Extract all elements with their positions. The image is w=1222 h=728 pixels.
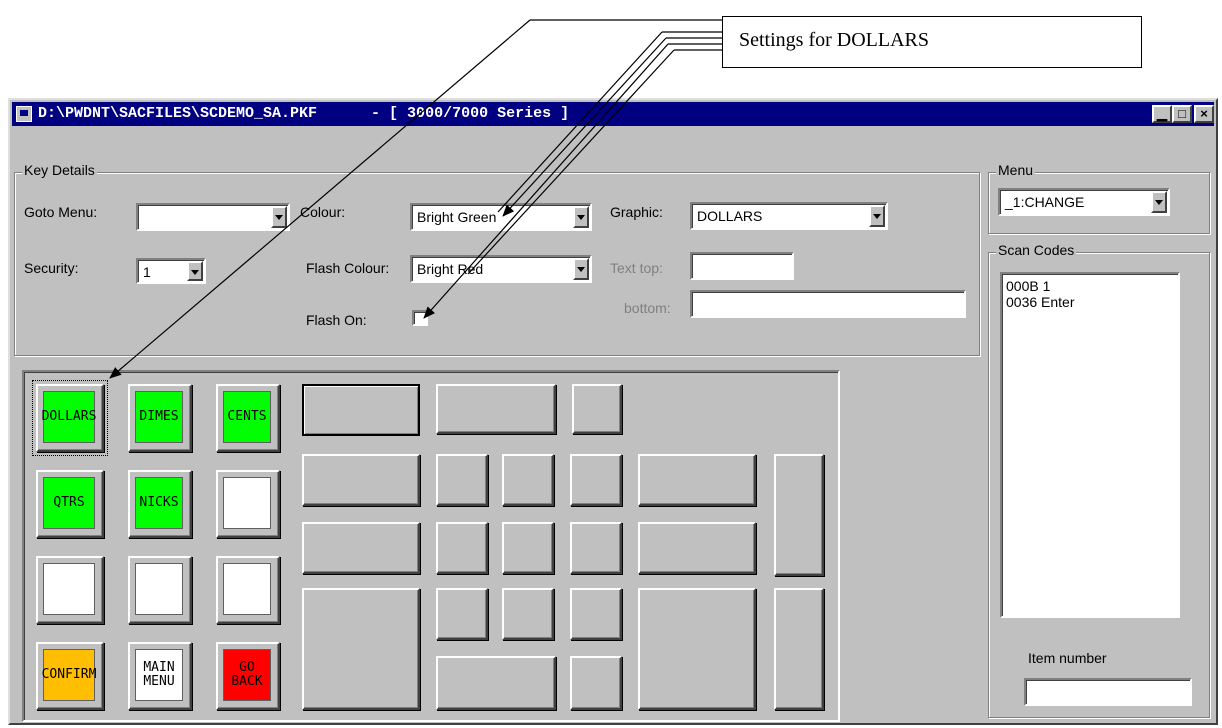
key-blank[interactable] <box>216 556 280 624</box>
key-grey[interactable] <box>302 588 420 710</box>
callout-text: Settings for DOLLARS <box>739 29 929 51</box>
chevron-down-icon[interactable] <box>271 206 287 228</box>
key-blank[interactable] <box>36 556 104 624</box>
key-nicks-label: NICKS <box>135 477 183 529</box>
key-main-menu-label: MAIN MENU <box>135 649 183 701</box>
key-dollars[interactable]: DOLLARS <box>36 384 104 452</box>
key-grey[interactable] <box>774 454 824 576</box>
key-grey[interactable] <box>638 588 756 710</box>
key-main-menu[interactable]: MAIN MENU <box>128 642 192 710</box>
key-go-back-label: GO BACK <box>223 649 271 701</box>
key-grey[interactable] <box>572 384 622 434</box>
menu-dropdown[interactable]: _1:CHANGE <box>998 188 1170 216</box>
key-dimes[interactable]: DIMES <box>128 384 192 452</box>
key-grey[interactable] <box>436 588 488 640</box>
flash-on-checkbox[interactable] <box>412 310 428 326</box>
minimize-button[interactable]: ▁ <box>1152 105 1172 123</box>
key-grey[interactable] <box>502 454 554 506</box>
maximize-button[interactable]: □ <box>1172 105 1192 123</box>
key-confirm[interactable]: CONFIRM <box>36 642 104 710</box>
key-grey[interactable] <box>638 522 756 574</box>
key-grey[interactable] <box>436 522 488 574</box>
key-grey[interactable] <box>302 384 420 436</box>
app-window: D:\PWDNT\SACFILES\SCDEMO_SA.PKF - [ 3000… <box>8 98 1218 725</box>
chevron-down-icon[interactable] <box>187 261 203 281</box>
key-grey[interactable] <box>774 588 824 710</box>
key-grey[interactable] <box>570 454 622 506</box>
colour-dropdown[interactable]: Bright Green <box>410 203 592 231</box>
chevron-down-icon[interactable] <box>573 258 589 280</box>
key-grey[interactable] <box>570 522 622 574</box>
key-grey[interactable] <box>436 656 556 710</box>
list-item[interactable]: 000B 1 <box>1006 278 1178 294</box>
colour-label: Colour: <box>300 204 346 220</box>
key-blank-face <box>43 563 95 615</box>
minimize-icon: ▁ <box>1157 106 1167 121</box>
flash-on-label: Flash On: <box>306 312 367 328</box>
key-blank-face <box>135 563 183 615</box>
security-value: 1 <box>143 264 151 280</box>
key-details-legend: Key Details <box>22 162 97 178</box>
menu-value: _1:CHANGE <box>1005 194 1085 210</box>
title-bar[interactable]: D:\PWDNT\SACFILES\SCDEMO_SA.PKF - [ 3000… <box>12 102 1214 126</box>
chevron-down-icon[interactable] <box>1151 191 1167 213</box>
key-grey[interactable] <box>570 588 622 640</box>
close-button[interactable]: × <box>1194 105 1214 123</box>
key-grey[interactable] <box>302 454 420 506</box>
chevron-down-icon[interactable] <box>869 205 885 227</box>
window-title: D:\PWDNT\SACFILES\SCDEMO_SA.PKF - [ 3000… <box>38 105 570 122</box>
text-top-label: Text top: <box>610 260 663 276</box>
key-blank[interactable] <box>128 556 192 624</box>
graphic-label: Graphic: <box>610 204 663 220</box>
item-number-input[interactable] <box>1024 678 1192 706</box>
flash-colour-label: Flash Colour: <box>306 260 390 276</box>
flash-colour-value: Bright Red <box>417 261 484 277</box>
key-cents[interactable]: CENTS <box>216 384 280 452</box>
flash-colour-dropdown[interactable]: Bright Red <box>410 255 592 283</box>
key-grey[interactable] <box>502 588 554 640</box>
key-qtrs-label: QTRS <box>43 477 95 529</box>
scan-codes-list[interactable]: 000B 1 0036 Enter <box>1000 272 1180 618</box>
key-grey[interactable] <box>570 656 622 710</box>
key-dimes-label: DIMES <box>135 391 183 443</box>
security-label: Security: <box>24 260 79 276</box>
key-blank-face <box>223 477 271 529</box>
list-item[interactable]: 0036 Enter <box>1006 294 1178 310</box>
key-cents-label: CENTS <box>223 391 271 443</box>
key-blank[interactable] <box>216 470 280 538</box>
key-qtrs[interactable]: QTRS <box>36 470 104 538</box>
key-nicks[interactable]: NICKS <box>128 470 192 538</box>
key-blank-face <box>223 563 271 615</box>
graphic-dropdown[interactable]: DOLLARS <box>690 202 888 230</box>
colour-value: Bright Green <box>417 209 497 225</box>
key-grey[interactable] <box>302 522 420 574</box>
key-go-back[interactable]: GO BACK <box>216 642 280 710</box>
goto-menu-label: Goto Menu: <box>24 204 98 220</box>
maximize-icon: □ <box>1178 106 1186 121</box>
graphic-value: DOLLARS <box>697 208 763 224</box>
text-bottom-label: bottom: <box>624 300 671 316</box>
menu-legend: Menu <box>996 162 1036 178</box>
key-dollars-label: DOLLARS <box>42 391 96 443</box>
security-dropdown[interactable]: 1 <box>136 258 206 284</box>
text-bottom-input[interactable] <box>690 290 966 318</box>
item-number-label: Item number <box>1028 650 1107 666</box>
key-grey[interactable] <box>436 454 488 506</box>
close-icon: × <box>1200 106 1208 121</box>
chevron-down-icon[interactable] <box>573 206 589 228</box>
key-grey[interactable] <box>502 522 554 574</box>
key-confirm-label: CONFIRM <box>42 649 96 701</box>
key-grey[interactable] <box>436 384 556 434</box>
text-top-input[interactable] <box>690 252 794 280</box>
callout-box: Settings for DOLLARS <box>722 16 1142 68</box>
app-icon[interactable] <box>16 106 32 122</box>
key-grey[interactable] <box>638 454 756 506</box>
goto-menu-dropdown[interactable] <box>136 203 290 231</box>
keypad-panel: DOLLARS DIMES CENTS QTRS NICKS CONFIRM M… <box>22 370 840 722</box>
scan-codes-legend: Scan Codes <box>996 242 1077 258</box>
